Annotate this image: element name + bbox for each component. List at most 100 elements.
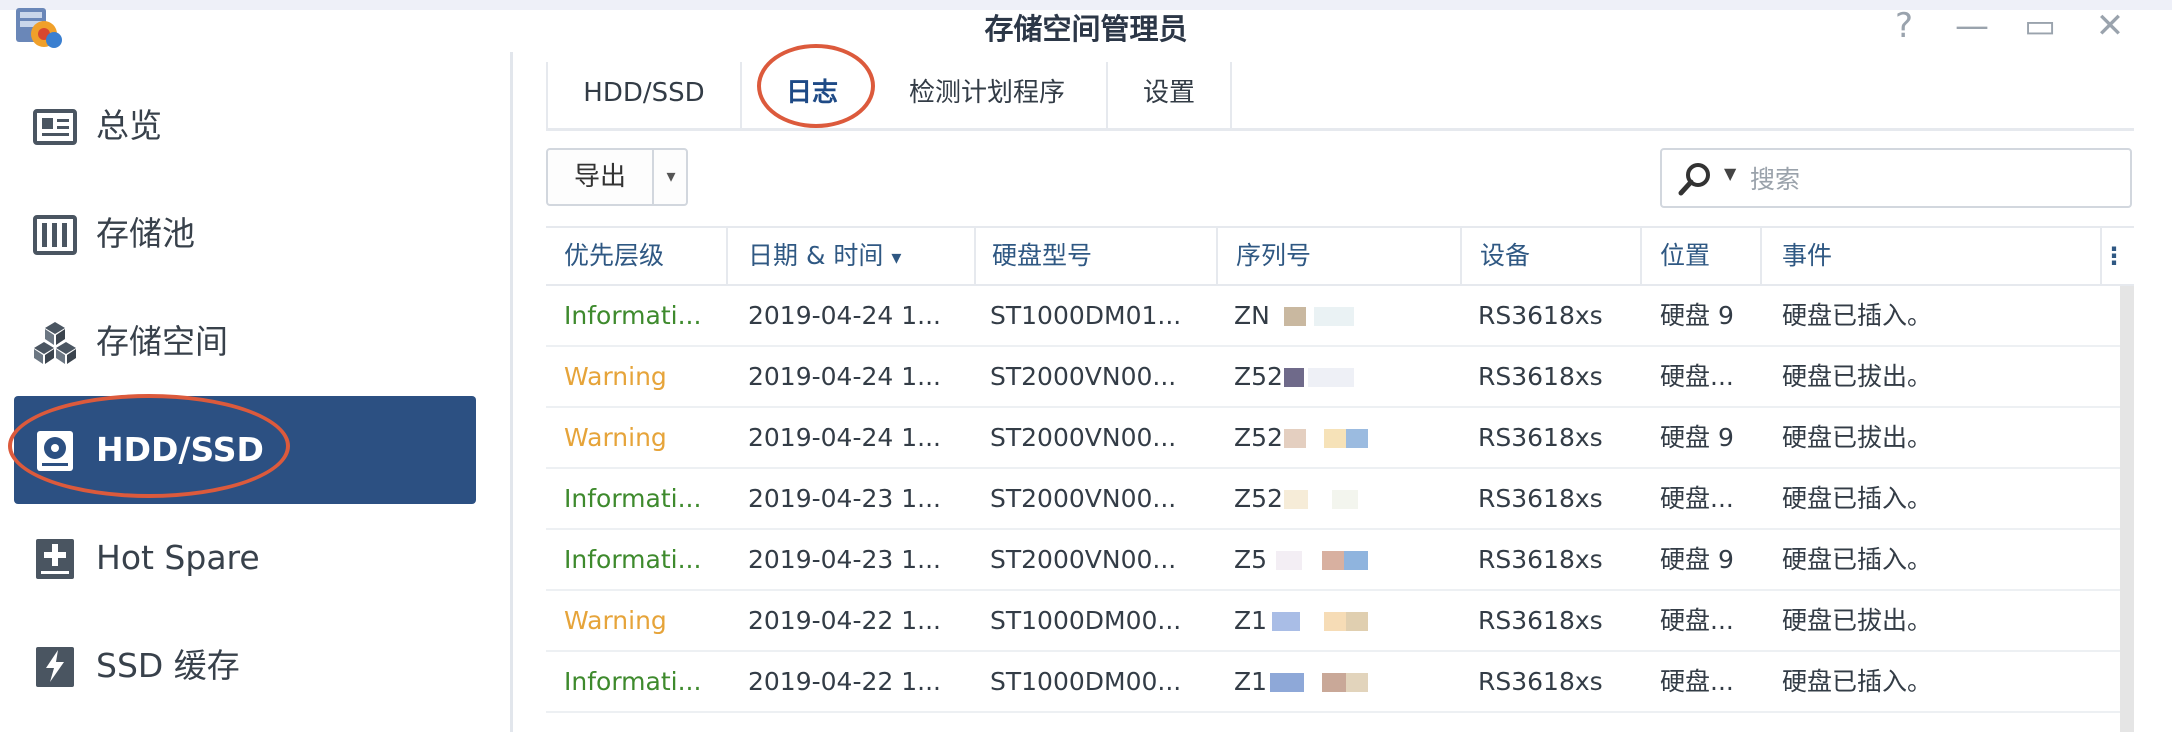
cell-priority: Informati... bbox=[564, 301, 702, 330]
cell-device: RS3618xs bbox=[1478, 301, 1603, 330]
cell-event: 硬盘已插入。 bbox=[1782, 545, 1933, 574]
cell-model: ST2000VN00... bbox=[990, 545, 1177, 574]
redaction-blur bbox=[1344, 551, 1368, 570]
redaction-blur bbox=[1346, 429, 1368, 448]
cell-datetime: 2019-04-22 1... bbox=[748, 606, 941, 635]
column-divider[interactable] bbox=[1640, 228, 1642, 284]
cell-device: RS3618xs bbox=[1478, 667, 1603, 696]
chevron-down-icon[interactable]: ▾ bbox=[654, 150, 688, 204]
column-header-model[interactable]: 硬盘型号 bbox=[992, 228, 1092, 284]
cell-datetime: 2019-04-24 1... bbox=[748, 362, 941, 391]
tab-divider bbox=[1230, 62, 1232, 128]
search-input[interactable] bbox=[1748, 158, 2122, 200]
cell-device: RS3618xs bbox=[1478, 362, 1603, 391]
sort-descending-icon: ▾ bbox=[891, 245, 902, 269]
column-divider[interactable] bbox=[974, 228, 976, 284]
minimize-button[interactable]: — bbox=[1952, 6, 1992, 46]
table-row[interactable]: Informati... 2019-04-23 1... ST2000VN00.… bbox=[546, 530, 2120, 591]
redaction-blur bbox=[1346, 612, 1368, 631]
table-row[interactable]: Warning 2019-04-22 1... ST1000DM00... Z1… bbox=[546, 591, 2120, 652]
table-row[interactable]: Warning 2019-04-24 1... ST2000VN00... Z5… bbox=[546, 408, 2120, 469]
cell-priority: Warning bbox=[564, 606, 667, 635]
help-button[interactable]: ? bbox=[1884, 6, 1924, 46]
table-row[interactable]: Informati... 2019-04-24 1... ST1000DM01.… bbox=[546, 286, 2120, 347]
redaction-blur bbox=[1284, 307, 1306, 326]
sidebar-item-volume[interactable]: 存储空间 bbox=[14, 288, 476, 396]
column-menu-icon[interactable]: ⋮ bbox=[2094, 228, 2134, 284]
cell-model: ST2000VN00... bbox=[990, 484, 1177, 513]
cell-model: ST1000DM00... bbox=[990, 606, 1182, 635]
cell-device: RS3618xs bbox=[1478, 545, 1603, 574]
cell-event: 硬盘已插入。 bbox=[1782, 484, 1933, 513]
column-divider[interactable] bbox=[1760, 228, 1762, 284]
redaction-blur bbox=[1346, 673, 1368, 692]
sidebar-item-label: 存储空间 bbox=[96, 322, 228, 361]
cell-datetime: 2019-04-24 1... bbox=[748, 301, 941, 330]
cell-location: 硬盘... bbox=[1660, 606, 1734, 635]
sidebar-item-overview[interactable]: 总览 bbox=[14, 72, 476, 180]
cell-datetime: 2019-04-22 1... bbox=[748, 667, 941, 696]
sidebar-item-hot-spare[interactable]: Hot Spare bbox=[14, 504, 476, 612]
highlight-circle-hdd-ssd bbox=[8, 394, 290, 498]
cell-priority: Informati... bbox=[564, 545, 702, 574]
column-header-serial[interactable]: 序列号 bbox=[1236, 228, 1311, 284]
cell-datetime: 2019-04-23 1... bbox=[748, 545, 941, 574]
search-icon[interactable] bbox=[1678, 162, 1712, 196]
sidebar-item-ssd-cache[interactable]: SSD 缓存 bbox=[14, 612, 476, 720]
cell-model: ST1000DM00... bbox=[990, 667, 1182, 696]
table-row[interactable]: Informati... 2019-04-23 1... ST2000VN00.… bbox=[546, 469, 2120, 530]
cell-event: 硬盘已拔出。 bbox=[1782, 423, 1933, 452]
cell-location: 硬盘 9 bbox=[1660, 301, 1734, 330]
cell-serial: Z1 bbox=[1234, 667, 1268, 696]
cell-location: 硬盘... bbox=[1660, 362, 1734, 391]
column-divider[interactable] bbox=[1216, 228, 1218, 284]
volume-icon bbox=[34, 322, 76, 364]
search-options-chevron-icon[interactable]: ▼ bbox=[1724, 164, 1736, 183]
cell-priority: Informati... bbox=[564, 484, 702, 513]
cell-event: 硬盘已拔出。 bbox=[1782, 606, 1933, 635]
export-button[interactable]: 导出 ▾ bbox=[546, 148, 688, 206]
search-box[interactable]: ▼ bbox=[1660, 148, 2132, 208]
cell-model: ST2000VN00... bbox=[990, 423, 1177, 452]
column-divider[interactable] bbox=[1460, 228, 1462, 284]
table-row[interactable]: Warning 2019-04-24 1... ST2000VN00... Z5… bbox=[546, 347, 2120, 408]
cell-device: RS3618xs bbox=[1478, 484, 1603, 513]
ssd-cache-icon bbox=[36, 647, 74, 687]
redaction-blur bbox=[1324, 429, 1346, 448]
cell-event: 硬盘已插入。 bbox=[1782, 301, 1933, 330]
table-body: Informati... 2019-04-24 1... ST1000DM01.… bbox=[546, 286, 2120, 732]
column-header-priority[interactable]: 优先层级 bbox=[564, 228, 664, 284]
sidebar-item-storage-pool[interactable]: 存储池 bbox=[14, 180, 476, 288]
column-divider[interactable] bbox=[726, 228, 728, 284]
cell-device: RS3618xs bbox=[1478, 606, 1603, 635]
sidebar-item-label: 总览 bbox=[96, 106, 162, 145]
sidebar-item-label: SSD 缓存 bbox=[96, 646, 240, 685]
cell-location: 硬盘... bbox=[1660, 484, 1734, 513]
table-header: 优先层级 日期 & 时间 ▾ 硬盘型号 序列号 设备 位置 事件 ⋮ bbox=[546, 226, 2134, 286]
title-bar: 存储空间管理员 ? — ▭ ✕ bbox=[0, 0, 2172, 52]
table-row[interactable]: Informati... 2019-04-22 1... ST1000DM00.… bbox=[546, 652, 2120, 713]
cell-datetime: 2019-04-23 1... bbox=[748, 484, 941, 513]
tab-test-scheduler[interactable]: 检测计划程序 bbox=[882, 62, 1092, 124]
tab-settings[interactable]: 设置 bbox=[1108, 62, 1230, 124]
cell-event: 硬盘已插入。 bbox=[1782, 667, 1933, 696]
redaction-blur bbox=[1332, 490, 1358, 509]
cell-serial: Z52 bbox=[1234, 423, 1283, 452]
column-header-datetime[interactable]: 日期 & 时间 ▾ bbox=[748, 228, 901, 284]
cell-location: 硬盘 9 bbox=[1660, 545, 1734, 574]
hot-spare-icon bbox=[36, 539, 74, 579]
cell-serial: Z1 bbox=[1234, 606, 1268, 635]
table-scrollbar[interactable] bbox=[2120, 286, 2134, 732]
close-button[interactable]: ✕ bbox=[2090, 6, 2130, 46]
tab-hdd-ssd[interactable]: HDD/SSD bbox=[548, 62, 740, 124]
cell-serial: Z52 bbox=[1234, 362, 1283, 391]
overview-icon bbox=[33, 109, 77, 145]
maximize-button[interactable]: ▭ bbox=[2020, 6, 2060, 46]
cell-priority: Informati... bbox=[564, 667, 702, 696]
column-header-location[interactable]: 位置 bbox=[1660, 228, 1710, 284]
column-header-device[interactable]: 设备 bbox=[1480, 228, 1530, 284]
column-header-event[interactable]: 事件 bbox=[1782, 228, 1832, 284]
highlight-circle-log-tab bbox=[757, 44, 875, 128]
cell-model: ST1000DM01... bbox=[990, 301, 1182, 330]
cell-serial: Z5 bbox=[1234, 545, 1268, 574]
